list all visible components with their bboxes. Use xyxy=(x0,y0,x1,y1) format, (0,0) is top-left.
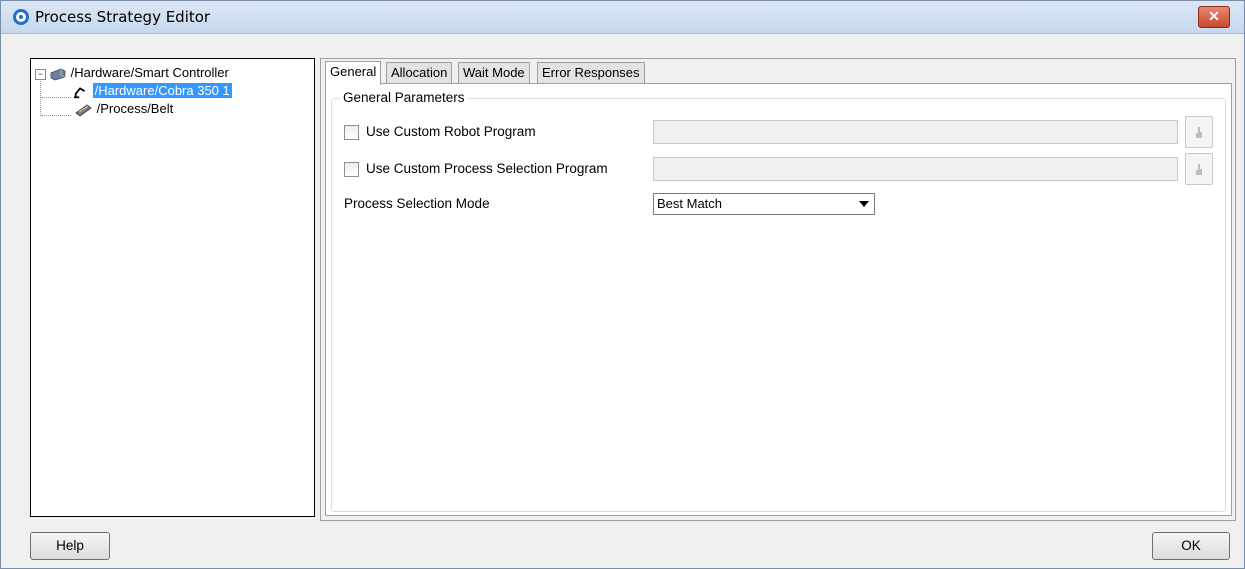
tree-connector xyxy=(41,115,71,116)
pointer-hand-icon xyxy=(1196,126,1202,138)
ok-button[interactable]: OK xyxy=(1152,532,1230,560)
controller-icon xyxy=(50,68,66,80)
tab-error-responses[interactable]: Error Responses xyxy=(537,62,645,84)
tree-item-cobra-350[interactable]: /Hardware/Cobra 350 1 xyxy=(73,82,232,100)
custom-process-selection-field[interactable] xyxy=(653,157,1178,181)
help-button[interactable]: Help xyxy=(30,532,110,560)
tab-general[interactable]: General xyxy=(325,61,382,85)
custom-robot-program-field[interactable] xyxy=(653,120,1178,144)
tab-allocation[interactable]: Allocation xyxy=(386,62,453,84)
process-strategy-editor-window: Process Strategy Editor ✕ − /Hardware/Sm… xyxy=(0,0,1245,569)
tree-item-smart-controller[interactable]: /Hardware/Smart Controller xyxy=(49,64,229,82)
title-bar: Process Strategy Editor ✕ xyxy=(1,1,1244,34)
pointer-hand-icon xyxy=(1196,163,1202,175)
tree-item-label: /Hardware/Smart Controller xyxy=(70,65,229,80)
custom-robot-program-label: Use Custom Robot Program xyxy=(366,124,536,139)
selected-value: Best Match xyxy=(657,196,723,211)
robot-arm-icon xyxy=(73,86,86,98)
close-button[interactable]: ✕ xyxy=(1198,6,1230,28)
general-parameters-group: General Parameters Use Custom Robot Prog… xyxy=(331,90,1226,512)
custom-robot-program-checkbox[interactable] xyxy=(344,125,359,140)
group-title: General Parameters xyxy=(340,90,468,105)
tree-item-label: /Process/Belt xyxy=(96,101,174,116)
process-selection-mode-select[interactable]: Best Match xyxy=(653,193,875,215)
tree-connector xyxy=(41,97,71,98)
tree-item-label: /Hardware/Cobra 350 1 xyxy=(92,83,232,98)
tree-item-process-belt[interactable]: /Process/Belt xyxy=(73,100,173,118)
custom-process-selection-checkbox[interactable] xyxy=(344,162,359,177)
tab-wait-mode[interactable]: Wait Mode xyxy=(458,62,530,84)
belt-icon xyxy=(75,104,92,117)
dropdown-arrow-icon xyxy=(859,201,869,207)
app-icon xyxy=(13,9,29,25)
custom-process-selection-label: Use Custom Process Selection Program xyxy=(366,161,608,176)
general-tab-content: General Parameters Use Custom Robot Prog… xyxy=(325,83,1232,516)
select-process-selection-program-button[interactable] xyxy=(1185,153,1213,185)
window-title: Process Strategy Editor xyxy=(35,8,211,26)
device-tree: − /Hardware/Smart Controller /Hardware/C… xyxy=(30,58,315,517)
select-robot-program-button[interactable] xyxy=(1185,116,1213,148)
process-selection-mode-label: Process Selection Mode xyxy=(344,196,490,211)
